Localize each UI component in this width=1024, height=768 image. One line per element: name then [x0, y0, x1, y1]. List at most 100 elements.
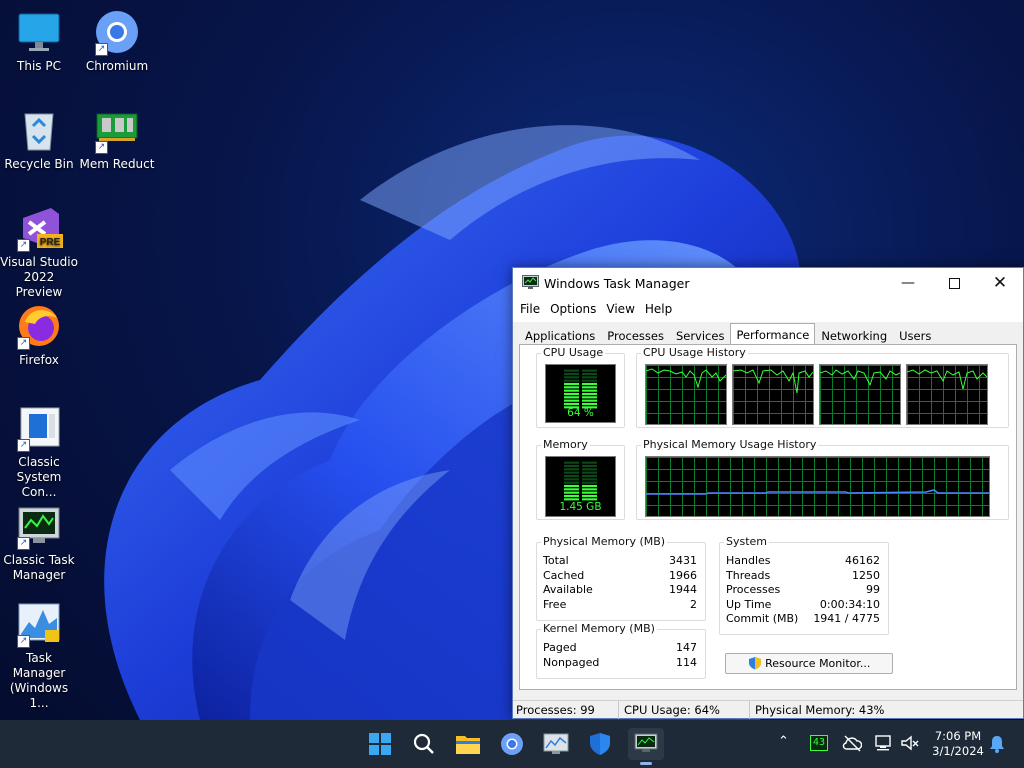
cpu-meter-segment: [582, 386, 597, 389]
notifications-button[interactable]: [988, 734, 1006, 757]
task-manager-window[interactable]: Windows Task Manager — ✕ File Options Vi…: [512, 267, 1024, 719]
kernel-memory-group: Kernel Memory (MB) Paged 147 Nonpaged 114: [536, 622, 706, 679]
memory-meter: 1.45 GB: [545, 456, 616, 517]
cpu-meter-segment: [582, 392, 597, 396]
memory-meter-segment: [564, 491, 579, 494]
cpu-meter-segment: [564, 396, 579, 399]
system-row: Commit (MB) 1941 / 4775: [726, 612, 880, 625]
volume-muted-icon: [901, 735, 919, 751]
cpu-meter-segment: [564, 376, 579, 379]
memory-meter-segment: [582, 484, 597, 488]
cpu-meter-segment: [582, 399, 597, 402]
start-button[interactable]: [364, 728, 396, 760]
menu-view[interactable]: View: [606, 299, 641, 322]
shortcut-arrow-icon: ↗: [17, 635, 30, 648]
tab-services[interactable]: Services: [670, 326, 731, 344]
desktop-icon-this-pc[interactable]: This PC: [0, 8, 78, 74]
system-row: Up Time 0:00:34:10: [726, 597, 880, 611]
system-group: System Handles 46162 Threads 1250 Processe…: [719, 535, 889, 635]
cpu-usage-label: CPU Usage: [541, 346, 606, 359]
cpu-meter-segment: [564, 399, 579, 402]
tab-applications[interactable]: Applications: [519, 326, 601, 344]
taskbar-resource-monitor[interactable]: [540, 728, 572, 760]
desktop-icon-visual-studio[interactable]: PRE ↗ Visual Studio 2022 Preview: [0, 204, 78, 300]
menu-help[interactable]: Help: [645, 299, 679, 322]
minimize-button[interactable]: —: [885, 268, 931, 299]
cpu-meter-segment: [564, 369, 579, 372]
physical-memory-label: Physical Memory (MB): [541, 535, 668, 548]
taskbar-security[interactable]: [584, 728, 616, 760]
shortcut-arrow-icon: ↗: [17, 239, 30, 252]
physical-memory-table: Total 3431 Cached 1966 Available 1944 Free 2: [543, 554, 697, 612]
physical-memory-row: Available 1944: [543, 583, 697, 596]
menu-file[interactable]: File: [520, 299, 547, 322]
desktop-icon-classic-task-manager[interactable]: ↗ Classic Task Manager: [0, 502, 78, 583]
tab-processes[interactable]: Processes: [601, 326, 670, 344]
memory-meter-segment: [564, 478, 579, 481]
memory-value: 1.45 GB: [559, 501, 602, 513]
taskbar-file-explorer[interactable]: [452, 728, 484, 760]
memory-meter-segment: [564, 481, 579, 484]
menu-options[interactable]: Options: [550, 299, 603, 322]
cpu-meter-segment: [582, 402, 597, 406]
shortcut-arrow-icon: ↗: [17, 337, 30, 350]
desktop-icon-recycle-bin[interactable]: Recycle Bin: [0, 106, 78, 172]
memory-meter-segment: [582, 478, 597, 481]
maximize-button[interactable]: [931, 268, 977, 299]
cpu-meter-bars: [564, 369, 597, 409]
network-icon: [875, 735, 891, 751]
taskbar: ⌃ 43 7:06 PM 3/1/2024: [0, 720, 1024, 768]
taskbar-clock[interactable]: 7:06 PM 3/1/2024: [930, 729, 986, 759]
cpu-history-core-2: [819, 364, 901, 425]
cpu-history-line-0: [645, 368, 727, 389]
memory-meter-segment: [564, 471, 579, 474]
cpu-meter-segment: [564, 372, 579, 376]
desktop-icon-firefox[interactable]: ↗ Firefox: [0, 302, 78, 368]
cpu-meter-segment: [564, 389, 579, 392]
tray-cloud-offline[interactable]: [842, 734, 863, 755]
desktop-icon-mem-reduct[interactable]: ↗ Mem Reduct: [78, 106, 156, 172]
tab-networking[interactable]: Networking: [815, 326, 893, 344]
taskbar-task-manager[interactable]: [628, 728, 664, 765]
search-button[interactable]: [408, 728, 440, 760]
firefox-icon: ↗: [15, 302, 63, 350]
title-bar[interactable]: Windows Task Manager — ✕: [513, 268, 1023, 299]
desktop-icon-chromium[interactable]: ↗ Chromium: [78, 8, 156, 74]
memory-meter-segment: [582, 464, 597, 468]
tab-users[interactable]: Users: [893, 326, 937, 344]
clock-time: 7:06 PM: [934, 729, 982, 743]
memory-meter-segment: [564, 461, 579, 464]
close-button[interactable]: ✕: [977, 268, 1023, 299]
cpu-meter-segment: [582, 382, 597, 386]
physical-memory-row: Free 2: [543, 597, 697, 611]
tab-strip: Applications Processes Services Performa…: [519, 323, 1017, 344]
cpu-meter-segment: [564, 379, 579, 382]
memory-meter-segment: [582, 488, 597, 491]
desktop-icon-task-manager-windows[interactable]: ↗ Task Manager (Windows 1...: [0, 600, 78, 711]
bell-icon: [990, 736, 1004, 753]
tray-cpu-meter[interactable]: 43: [810, 735, 828, 751]
tray-overflow-button[interactable]: ⌃: [778, 734, 789, 749]
memory-meter-segment: [582, 481, 597, 484]
taskbar-chromium[interactable]: [496, 728, 528, 760]
tab-performance[interactable]: Performance: [730, 323, 816, 344]
clock-date: 3/1/2024: [932, 744, 984, 758]
shield-icon: [748, 657, 761, 670]
resource-monitor-button[interactable]: Resource Monitor...: [725, 653, 893, 674]
desktop-icon-classic-system-control[interactable]: ↗ Classic System Con...: [0, 404, 78, 500]
tray-volume[interactable]: [900, 734, 920, 755]
cloud-offline-icon: [842, 735, 863, 752]
security-shield-icon: [590, 733, 610, 755]
tray-network[interactable]: [874, 734, 894, 755]
cpu-meter-segment: [564, 402, 579, 406]
memory-history-label: Physical Memory Usage History: [641, 438, 819, 451]
cpu-history-line-1: [732, 369, 814, 394]
cpu-meter-segment: [582, 376, 597, 379]
cpu-meter-segment: [582, 396, 597, 399]
status-bar: Processes: 99 CPU Usage: 64% Physical Me…: [513, 700, 1023, 719]
memory-meter-segment: [564, 474, 579, 478]
file-explorer-icon: [456, 736, 480, 754]
resource-monitor-icon: [543, 733, 569, 754]
kernel-memory-row: Paged 147: [543, 641, 697, 654]
shortcut-arrow-icon: ↗: [95, 43, 108, 56]
